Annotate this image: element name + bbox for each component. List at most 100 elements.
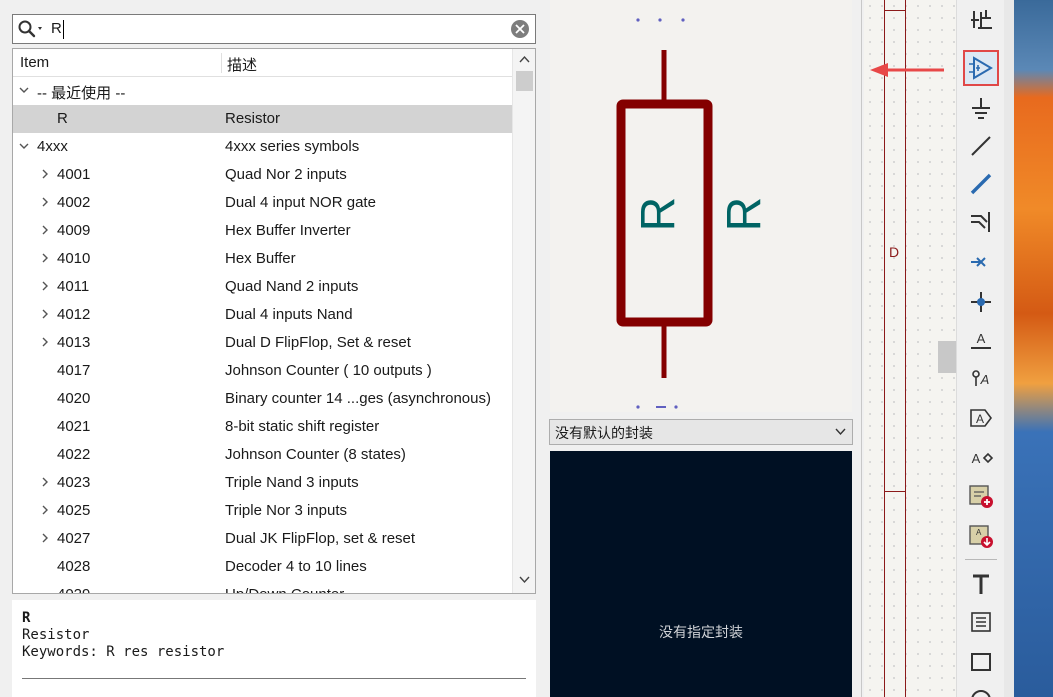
tree-row[interactable]: 4023 Triple Nand 3 inputs	[13, 469, 512, 497]
zone-divider	[884, 10, 906, 11]
tree-item-name: 4001	[57, 166, 91, 183]
tree-item-description: Quad Nand 2 inputs	[225, 278, 359, 295]
hierarchy-navigator-icon[interactable]	[963, 2, 999, 38]
svg-text:A: A	[976, 528, 982, 537]
textbox-icon[interactable]	[963, 604, 999, 640]
import-sheet-pin-icon[interactable]: A	[963, 518, 999, 554]
tree-row[interactable]: 4010 Hex Buffer	[13, 245, 512, 273]
svg-text:A: A	[977, 331, 986, 346]
close-icon	[515, 24, 525, 34]
column-header-description[interactable]: 描述	[227, 54, 257, 75]
vertical-scrollbar[interactable]	[512, 49, 535, 593]
chevron-right-icon[interactable]	[39, 336, 51, 348]
tree-item-name: R	[57, 110, 68, 127]
add-power-icon[interactable]	[963, 90, 999, 126]
tree-row[interactable]: 4xxx 4xxx series symbols	[13, 133, 512, 161]
tree-row[interactable]: 4017 Johnson Counter ( 10 outputs )	[13, 357, 512, 385]
search-field[interactable]: R	[12, 14, 536, 44]
scroll-up-icon[interactable]	[519, 55, 530, 63]
tree-item-name: 4009	[57, 222, 91, 239]
add-sheet-icon[interactable]	[963, 478, 999, 514]
ref-label: R	[633, 197, 686, 232]
tree-row[interactable]: 4025 Triple Nor 3 inputs	[13, 497, 512, 525]
sheet-border	[905, 0, 906, 697]
window-edge	[1004, 0, 1014, 697]
chevron-right-icon[interactable]	[39, 280, 51, 292]
chevron-down-icon[interactable]	[18, 140, 30, 152]
sheet-pin-icon[interactable]: A	[963, 440, 999, 476]
svg-text:A: A	[976, 412, 984, 426]
footprint-select[interactable]: 没有默认的封装	[549, 419, 853, 445]
details-name: R	[22, 610, 31, 626]
tree-item-description: Dual 4 input NOR gate	[225, 194, 376, 211]
tree-row[interactable]: 4021 8-bit static shift register	[13, 413, 512, 441]
hierarchical-label-icon[interactable]: A	[963, 400, 999, 436]
tree-item-description: 8-bit static shift register	[225, 418, 380, 435]
tree-item-description: Johnson Counter ( 10 outputs )	[225, 362, 432, 379]
column-divider[interactable]	[221, 53, 222, 73]
footprint-select-value: 没有默认的封装	[555, 425, 653, 441]
zone-label: D	[889, 244, 900, 260]
symbol-tree[interactable]: Item 描述 -- 最近使用 -- R Resistor 4xxx 4xxx seri…	[12, 48, 536, 594]
chevron-right-icon[interactable]	[39, 224, 51, 236]
add-wire-icon[interactable]	[963, 128, 999, 164]
canvas-scrollbar-thumb[interactable]	[938, 341, 956, 373]
scroll-down-icon[interactable]	[519, 576, 530, 584]
tree-row[interactable]: 4011 Quad Nand 2 inputs	[13, 273, 512, 301]
tree-row[interactable]: 4029 Up/Down Counter	[13, 581, 512, 593]
tree-row[interactable]: 4027 Dual JK FlipFlop, set & reset	[13, 525, 512, 553]
clear-search-button[interactable]	[511, 20, 529, 38]
scrollbar-thumb[interactable]	[516, 71, 533, 91]
tree-row[interactable]: 4001 Quad Nor 2 inputs	[13, 161, 512, 189]
chevron-down-icon[interactable]	[18, 84, 30, 96]
tree-row[interactable]: 4012 Dual 4 inputs Nand	[13, 301, 512, 329]
chevron-down-icon	[835, 428, 846, 436]
tree-row[interactable]: 4002 Dual 4 input NOR gate	[13, 189, 512, 217]
chevron-right-icon[interactable]	[39, 504, 51, 516]
chevron-right-icon[interactable]	[39, 532, 51, 544]
column-header-item[interactable]: Item	[20, 54, 49, 71]
tree-item-name: 4xxx	[37, 138, 68, 155]
tree-row[interactable]: 4028 Decoder 4 to 10 lines	[13, 553, 512, 581]
tree-row[interactable]: R Resistor	[13, 105, 512, 133]
chevron-right-icon[interactable]	[39, 252, 51, 264]
tree-item-name: 4017	[57, 362, 91, 379]
schematic-canvas[interactable]: D	[864, 0, 956, 697]
search-input[interactable]: R	[51, 17, 62, 41]
tree-row[interactable]: 4009 Hex Buffer Inverter	[13, 217, 512, 245]
divider	[22, 678, 526, 679]
footprint-empty-message: 没有指定封装	[659, 624, 743, 640]
zone-divider	[884, 491, 906, 492]
chevron-right-icon[interactable]	[39, 476, 51, 488]
global-label-icon[interactable]: A	[963, 360, 999, 396]
svg-text:A: A	[980, 372, 990, 387]
bus-entry-icon[interactable]	[963, 204, 999, 240]
tree-item-description: 4xxx series symbols	[225, 138, 360, 155]
no-connect-icon[interactable]	[963, 244, 999, 280]
text-icon[interactable]	[963, 566, 999, 602]
add-bus-icon[interactable]	[963, 166, 999, 202]
toolbar-separator	[965, 559, 997, 560]
details-description: Resistor	[22, 627, 90, 643]
chevron-right-icon[interactable]	[39, 308, 51, 320]
net-label-icon[interactable]: A	[963, 322, 999, 358]
rectangle-icon[interactable]	[963, 644, 999, 680]
tree-row[interactable]: 4022 Johnson Counter (8 states)	[13, 441, 512, 469]
chevron-right-icon[interactable]	[39, 196, 51, 208]
tree-item-name: 4010	[57, 250, 91, 267]
tree-row[interactable]: -- 最近使用 --	[13, 77, 512, 105]
details-keywords: Keywords: R res resistor	[22, 644, 225, 660]
tree-row[interactable]: 4013 Dual D FlipFlop, Set & reset	[13, 329, 512, 357]
tree-item-name: 4020	[57, 390, 91, 407]
desktop-background	[1004, 0, 1053, 697]
tree-item-description: Dual JK FlipFlop, set & reset	[225, 530, 416, 547]
add-symbol-icon[interactable]	[963, 50, 999, 86]
tree-item-name: 4021	[57, 418, 91, 435]
junction-icon[interactable]	[963, 284, 999, 320]
chevron-right-icon[interactable]	[39, 168, 51, 180]
tree-item-name: 4027	[57, 530, 91, 547]
circle-icon[interactable]	[963, 682, 999, 697]
search-icon[interactable]	[17, 19, 47, 39]
tree-row[interactable]: 4020 Binary counter 14 ...ges (asynchrono…	[13, 385, 512, 413]
footprint-preview: 没有指定封装	[550, 451, 852, 697]
